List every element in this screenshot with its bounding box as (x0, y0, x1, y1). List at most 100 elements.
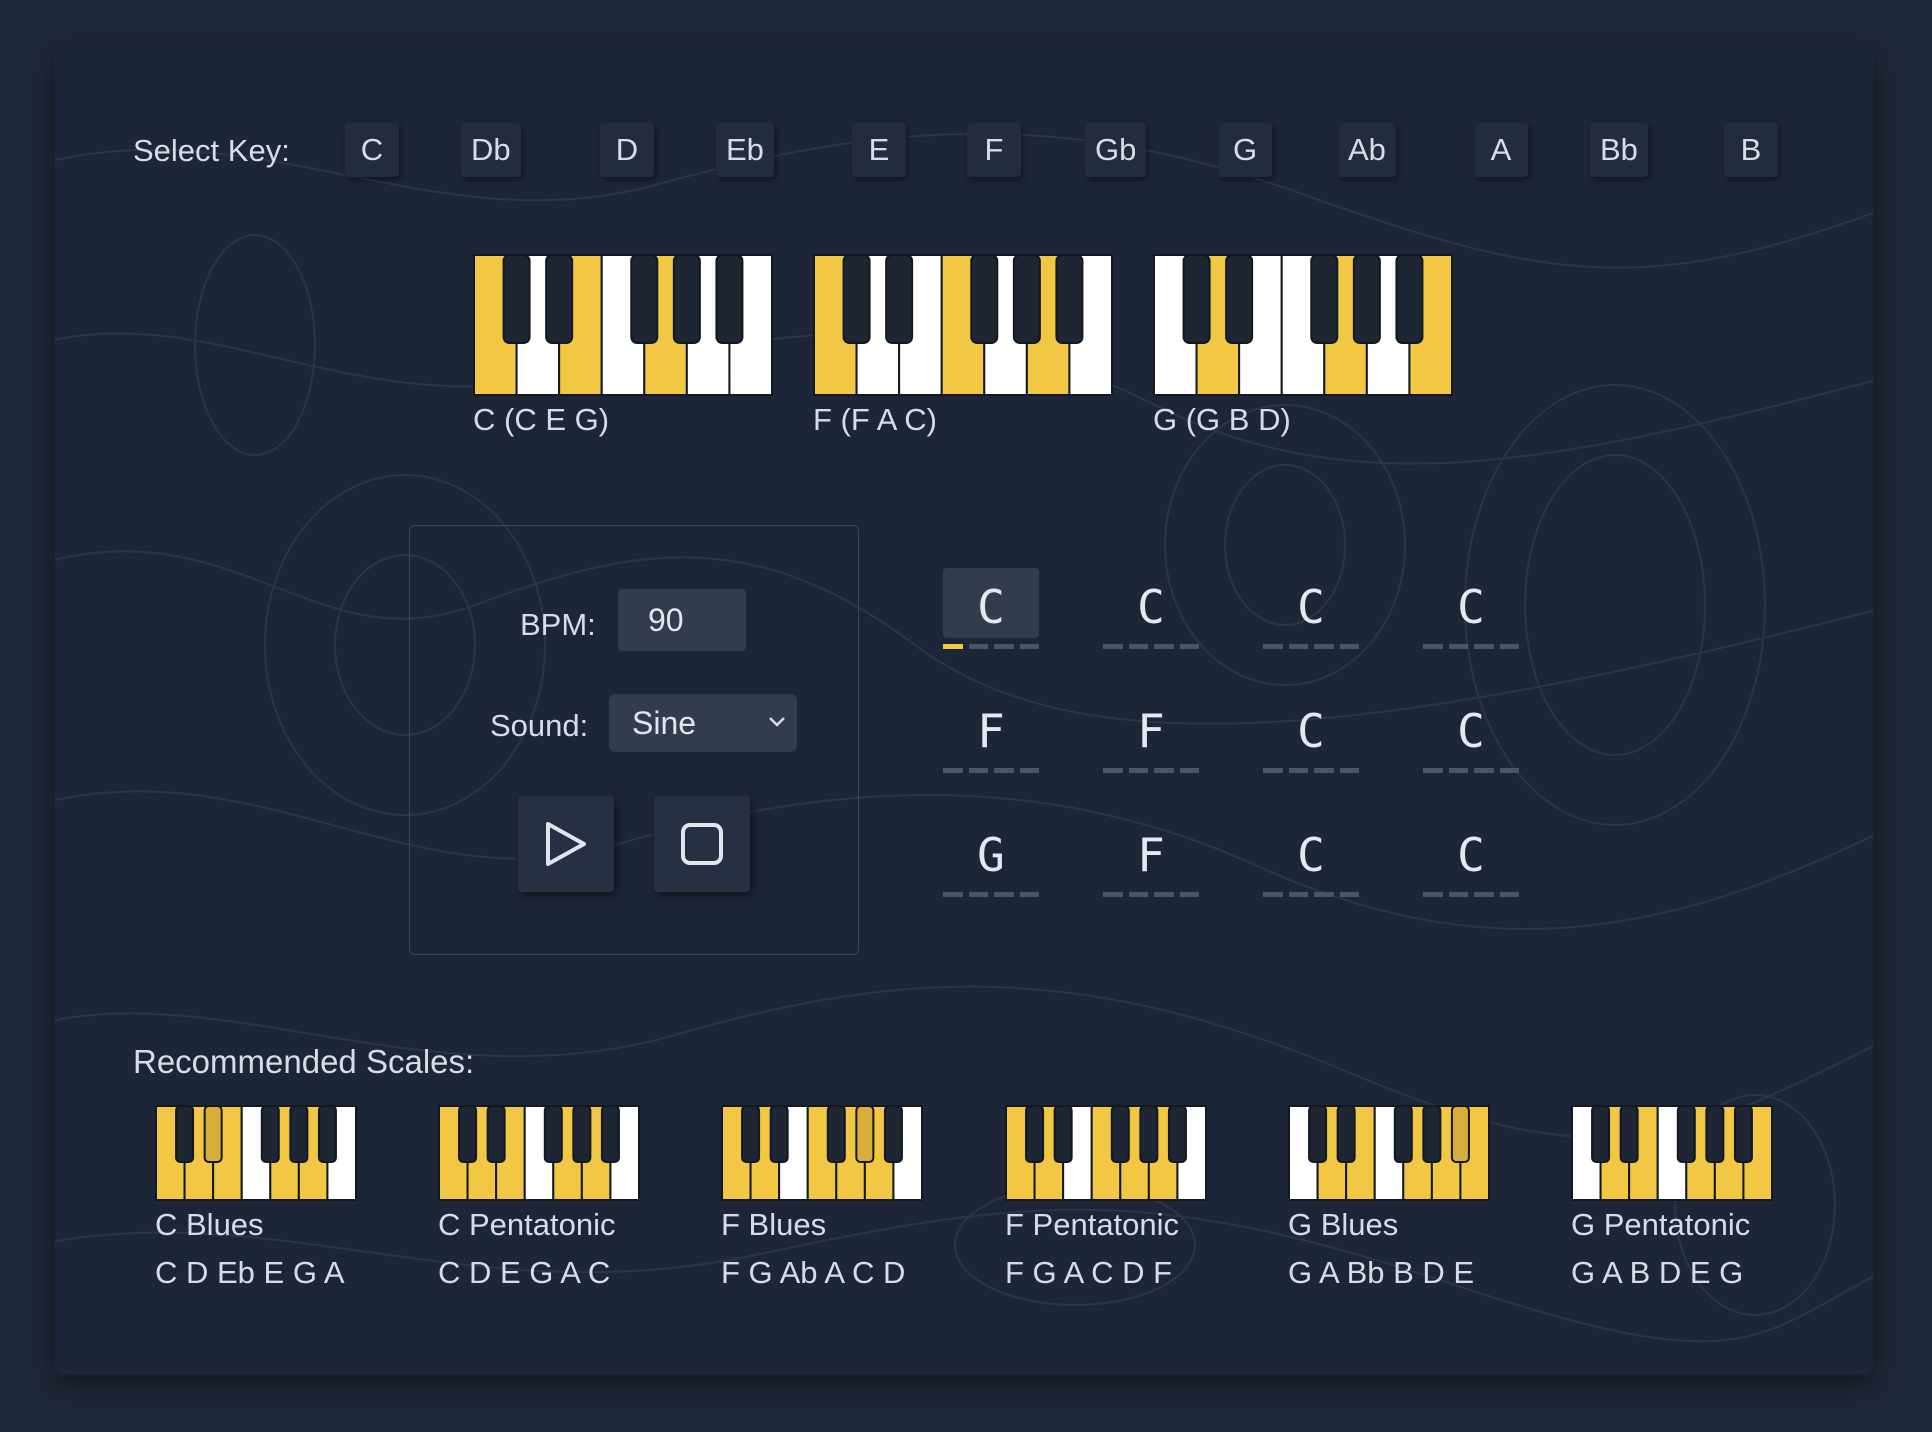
chord-symbol: C (1297, 704, 1325, 758)
chord-keyboard-f (813, 254, 1113, 396)
progression-cell[interactable]: F (1103, 816, 1199, 897)
scale-keyboard-f-pentatonic (1005, 1105, 1207, 1201)
black-key-db (458, 1105, 478, 1163)
black-key-db (741, 1105, 761, 1163)
scale-name: G Blues (1288, 1207, 1399, 1242)
progression-cell[interactable]: C (1263, 568, 1359, 649)
scale-name: C Pentatonic (438, 1207, 616, 1242)
beat-indicator (943, 768, 1039, 774)
key-button-gb[interactable]: Gb (1085, 123, 1147, 177)
black-key-ab (1139, 1105, 1159, 1163)
beat-indicator (1263, 892, 1359, 898)
scale-notes: C D Eb E G A (155, 1255, 345, 1290)
sound-label: Sound: (490, 708, 589, 743)
beat-indicator (1423, 644, 1519, 650)
scale-notes: C D E G A C (438, 1255, 611, 1290)
beat-indicator (943, 644, 1039, 650)
progression-cell[interactable]: C (1423, 816, 1519, 897)
scale-name: F Pentatonic (1005, 1207, 1180, 1242)
stop-icon (681, 823, 723, 865)
progression-cell[interactable]: C (1103, 568, 1199, 649)
chord-symbol: F (977, 704, 1005, 758)
chord-symbol: C (977, 580, 1005, 634)
black-key-bb (883, 1105, 903, 1163)
chord-symbol: C (1297, 580, 1325, 634)
stop-button[interactable] (654, 796, 750, 892)
black-key-gb (260, 1105, 280, 1163)
chord-keyboard-g (1153, 254, 1453, 396)
black-key-eb (545, 254, 574, 344)
chord-symbol: C (1457, 828, 1485, 882)
chevron-down-icon (769, 717, 785, 727)
select-key-label: Select Key: (133, 133, 290, 168)
black-key-gb (1110, 1105, 1130, 1163)
black-key-ab (289, 1105, 309, 1163)
progression-cell[interactable]: F (1103, 692, 1199, 773)
black-key-eb (1619, 1105, 1639, 1163)
black-key-gb (826, 1105, 846, 1163)
progression-cell[interactable]: C (1423, 568, 1519, 649)
black-key-ab (855, 1105, 875, 1163)
progression-cell-active[interactable]: C (943, 568, 1039, 649)
beat-indicator (1103, 892, 1199, 898)
chord-symbol: F (1137, 828, 1165, 882)
key-button-eb[interactable]: Eb (716, 123, 774, 177)
progression-cell[interactable]: C (1263, 692, 1359, 773)
black-key-gb (1676, 1105, 1696, 1163)
key-button-bb[interactable]: Bb (1590, 123, 1648, 177)
key-button-g[interactable]: G (1218, 123, 1272, 177)
chord-symbol: F (1137, 704, 1165, 758)
scale-notes: F G Ab A C D (721, 1255, 906, 1290)
beat-indicator (1423, 892, 1519, 898)
black-key-eb (1053, 1105, 1073, 1163)
key-button-e[interactable]: E (852, 123, 906, 177)
black-key-gb (1310, 254, 1339, 344)
progression-cell[interactable]: C (1423, 692, 1519, 773)
black-key-db (1182, 254, 1211, 344)
black-key-gb (1393, 1105, 1413, 1163)
bpm-input[interactable]: 90 (618, 589, 746, 651)
key-button-d[interactable]: D (600, 123, 654, 177)
beat-indicator (943, 892, 1039, 898)
beat-indicator (1103, 768, 1199, 774)
scale-keyboard-c-blues (155, 1105, 357, 1201)
black-key-bb (600, 1105, 620, 1163)
beat-indicator (1103, 644, 1199, 650)
chord-label-c: C (C E G) (473, 402, 610, 437)
black-key-bb (1395, 254, 1424, 344)
black-key-ab (1352, 254, 1381, 344)
black-key-db (1025, 1105, 1045, 1163)
progression-cell[interactable]: G (943, 816, 1039, 897)
chord-label-f: F (F A C) (813, 402, 937, 437)
scale-notes: G A Bb B D E (1288, 1255, 1475, 1290)
scale-keyboard-f-blues (721, 1105, 923, 1201)
black-key-eb (885, 254, 914, 344)
progression-cell[interactable]: F (943, 692, 1039, 773)
scale-name: C Blues (155, 1207, 264, 1242)
play-button[interactable] (518, 796, 614, 892)
black-key-db (502, 254, 531, 344)
black-key-eb (1336, 1105, 1356, 1163)
key-button-c[interactable]: C (345, 123, 399, 177)
chord-symbol: C (1137, 580, 1165, 634)
black-key-bb (1450, 1105, 1470, 1163)
black-key-bb (1733, 1105, 1753, 1163)
black-key-ab (672, 254, 701, 344)
black-key-bb (1055, 254, 1084, 344)
key-button-f[interactable]: F (967, 123, 1021, 177)
black-key-eb (486, 1105, 506, 1163)
beat-indicator (1263, 644, 1359, 650)
beat-indicator (1263, 768, 1359, 774)
scale-notes: G A B D E G (1571, 1255, 1744, 1290)
key-button-b[interactable]: B (1724, 123, 1778, 177)
recommended-scales-label: Recommended Scales: (133, 1043, 475, 1080)
sound-select[interactable]: Sine (609, 694, 797, 752)
key-button-a[interactable]: A (1474, 123, 1528, 177)
key-button-db[interactable]: Db (461, 123, 521, 177)
black-key-ab (1012, 254, 1041, 344)
black-key-gb (630, 254, 659, 344)
chord-symbol: G (977, 828, 1005, 882)
key-button-ab[interactable]: Ab (1338, 123, 1396, 177)
progression-cell[interactable]: C (1263, 816, 1359, 897)
chord-label-g: G (G B D) (1153, 402, 1291, 437)
